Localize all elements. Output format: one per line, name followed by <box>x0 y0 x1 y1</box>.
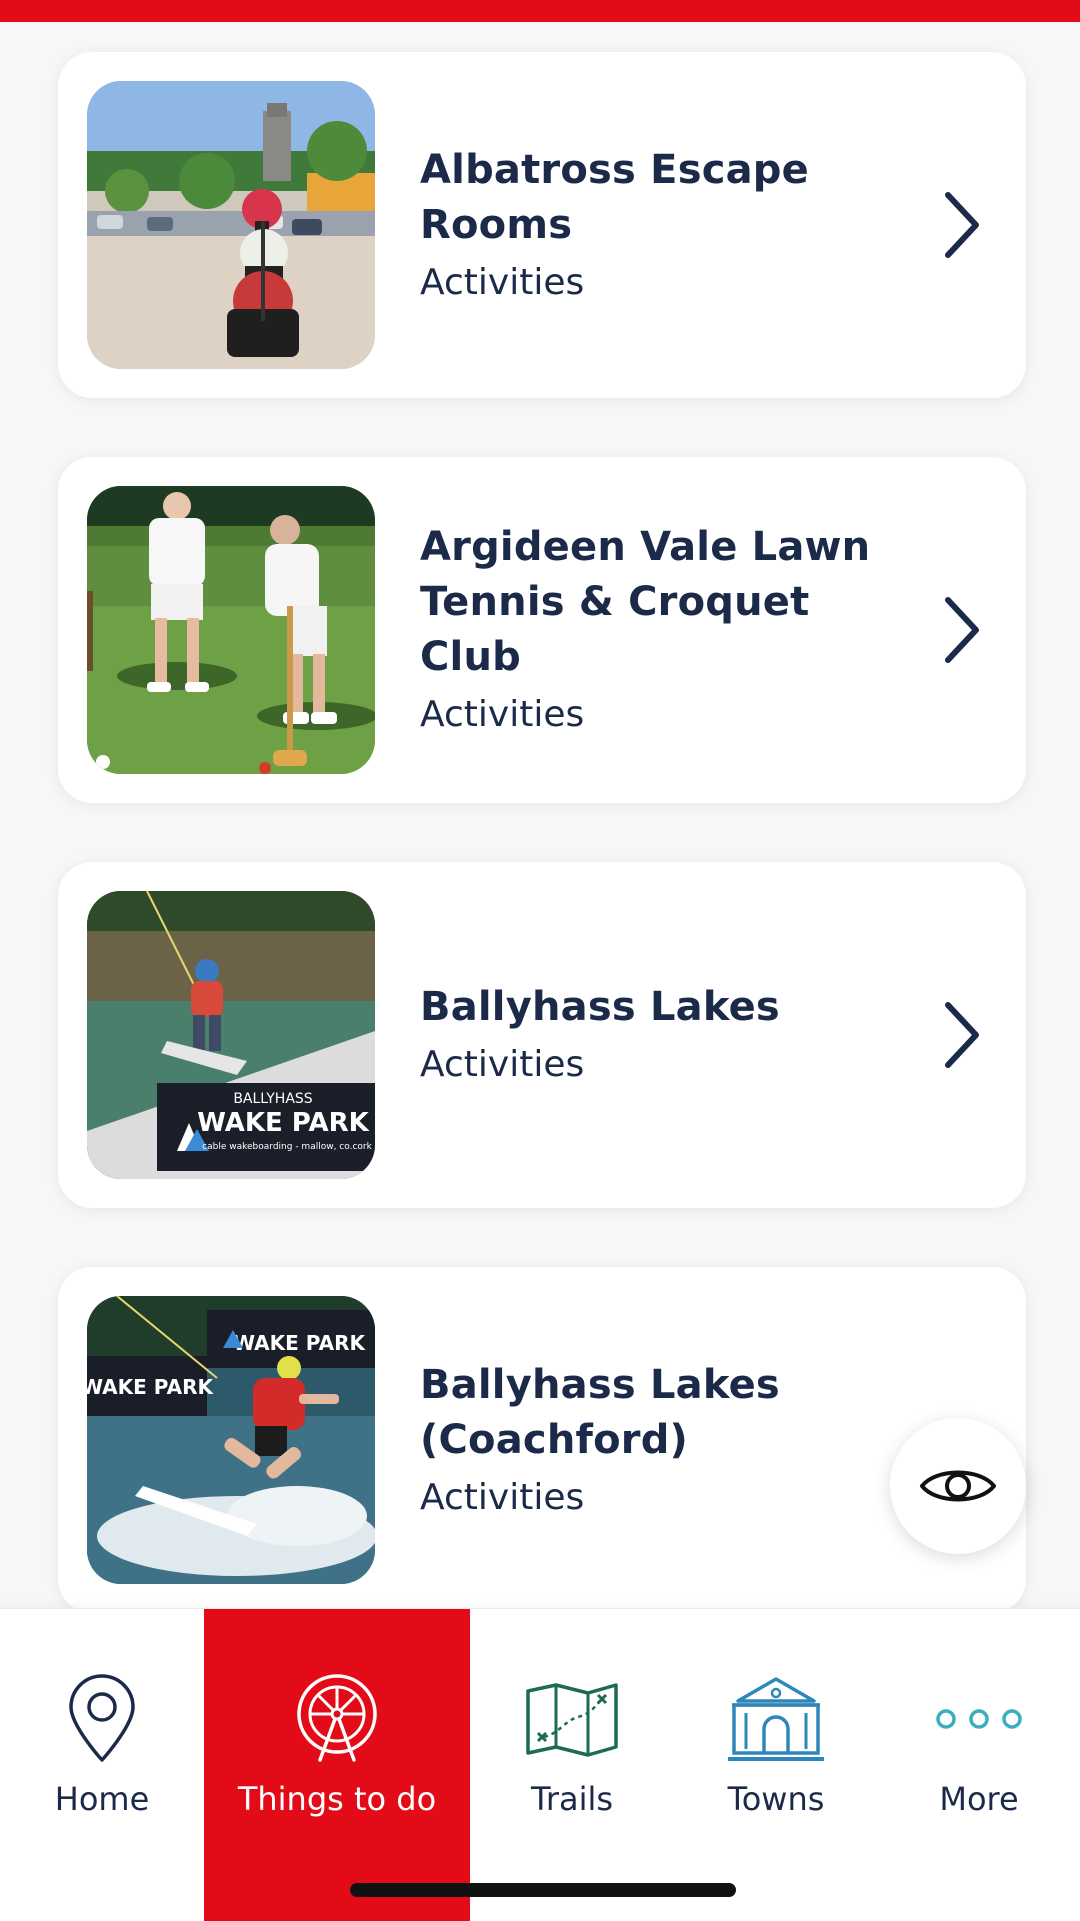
ferris-wheel-icon <box>297 1674 377 1762</box>
nav-label: Trails <box>530 1780 614 1818</box>
nav-item-home[interactable]: Home <box>0 1609 204 1921</box>
listing-image <box>87 486 375 774</box>
listing-image: WAKE PARK WAKE PARK <box>87 1296 375 1584</box>
listing-title: Argideen Vale Lawn Tennis & Croquet Club <box>420 524 871 680</box>
listing-image <box>87 81 375 369</box>
listing-category: Activities <box>420 694 585 735</box>
nav-item-things-to-do[interactable]: Things to do <box>204 1609 470 1921</box>
wake-park-sign-line2: WAKE PARK <box>87 1375 214 1399</box>
bottom-navigation: Home Things to do Trails Towns More <box>0 1608 1080 1921</box>
chevron-right-icon[interactable] <box>940 187 984 263</box>
nav-item-towns[interactable]: Towns <box>674 1609 878 1921</box>
view-toggle-button[interactable] <box>890 1418 1026 1554</box>
nav-item-trails[interactable]: Trails <box>470 1609 674 1921</box>
listing-category: Activities <box>420 261 585 303</box>
wake-park-sign-line1: BALLYHASS <box>233 1091 312 1107</box>
chevron-right-icon[interactable] <box>940 592 984 668</box>
wake-park-sign-line2: WAKE PARK <box>233 1331 366 1355</box>
more-dots-icon <box>936 1709 1022 1729</box>
wake-park-sign-line3: cable wakeboarding - mallow, co.cork <box>202 1142 372 1152</box>
chevron-right-icon[interactable] <box>940 997 984 1073</box>
listing-category: Activities <box>420 1476 585 1518</box>
map-icon <box>526 1683 618 1757</box>
listing-title: Albatross Escape Rooms <box>420 146 809 248</box>
nav-label: Home <box>54 1780 150 1818</box>
listing-title: Ballyhass Lakes (Coachford) <box>420 1361 780 1463</box>
listing-category: Activities <box>420 1044 585 1085</box>
town-hall-icon <box>728 1677 824 1761</box>
nav-label: Towns <box>727 1780 825 1818</box>
listing-card[interactable]: WAKE PARK WAKE PARK Ballyhass Lakes (Coa… <box>58 1267 1026 1608</box>
listing-card[interactable]: Argideen Vale Lawn Tennis & Croquet Club… <box>58 457 1026 803</box>
listing-title: Ballyhass Lakes <box>420 984 780 1030</box>
nav-item-more[interactable]: More <box>878 1609 1080 1921</box>
home-indicator[interactable] <box>350 1883 736 1897</box>
nav-label: More <box>939 1780 1019 1818</box>
nav-label: Things to do <box>237 1780 437 1818</box>
eye-icon <box>920 1470 996 1502</box>
listing-card[interactable]: Albatross Escape Rooms Activities <box>58 52 1026 398</box>
listing-image: BALLYHASS WAKE PARK cable wakeboarding -… <box>87 891 375 1179</box>
listing-card[interactable]: BALLYHASS WAKE PARK cable wakeboarding -… <box>58 862 1026 1208</box>
listing-list[interactable]: Albatross Escape Rooms Activities Argide… <box>0 0 1080 1608</box>
wake-park-sign-line2: WAKE PARK <box>197 1108 369 1138</box>
map-pin-icon <box>69 1674 135 1762</box>
